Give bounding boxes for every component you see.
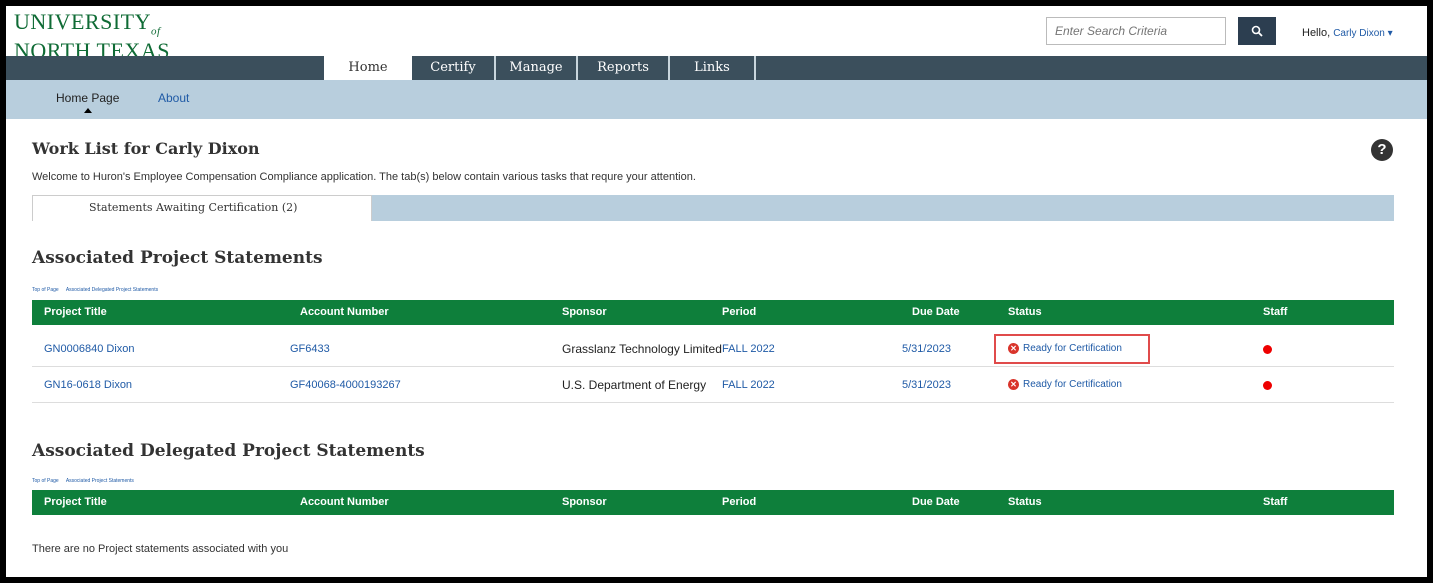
project-title-link[interactable]: GN16-0618 Dixon xyxy=(44,379,132,391)
col-due-date[interactable]: Due Date xyxy=(912,496,960,508)
user-menu[interactable]: Carly Dixon ▾ xyxy=(1333,28,1392,39)
sub-nav: Home Page About xyxy=(6,80,1427,119)
period-link[interactable]: FALL 2022 xyxy=(722,343,775,355)
delegated-statements-link[interactable]: Associated Delegated Project Statements xyxy=(66,287,158,293)
help-icon[interactable]: ? xyxy=(1371,139,1393,161)
col-status[interactable]: Status xyxy=(1008,496,1042,508)
col-sponsor[interactable]: Sponsor xyxy=(562,496,607,508)
col-period[interactable]: Period xyxy=(722,496,756,508)
search-icon xyxy=(1251,25,1263,37)
empty-table-message: There are no Project statements associat… xyxy=(32,543,289,555)
app-frame: UNIVERSITYof NORTH TEXAS Hello, Carly Di… xyxy=(6,6,1427,577)
staff-status-dot xyxy=(1263,381,1272,390)
section1-anchor-links: Top of Page Associated Delegated Project… xyxy=(32,287,164,293)
search-input[interactable] xyxy=(1046,17,1226,45)
account-number-link[interactable]: GF40068-4000193267 xyxy=(290,379,401,391)
unt-logo[interactable]: UNIVERSITYof NORTH TEXAS xyxy=(14,9,170,62)
tab-home[interactable]: Home xyxy=(324,56,412,80)
highlight-box xyxy=(994,334,1150,364)
tab-strip: Statements Awaiting Certification (2) xyxy=(32,195,1394,221)
table-row: GN0006840 Dixon GF6433 Grasslanz Technol… xyxy=(32,331,1394,367)
tab-statements-awaiting[interactable]: Statements Awaiting Certification (2) xyxy=(32,195,372,221)
tab-manage[interactable]: Manage xyxy=(496,56,578,80)
search-button[interactable] xyxy=(1238,17,1276,45)
x-circle-icon: ✕ xyxy=(1008,379,1019,390)
col-project-title[interactable]: Project Title xyxy=(44,306,107,318)
sponsor-cell: U.S. Department of Energy xyxy=(562,378,707,392)
section-title-delegated-statements: Associated Delegated Project Statements xyxy=(32,441,425,461)
col-account-number[interactable]: Account Number xyxy=(300,496,389,508)
col-period[interactable]: Period xyxy=(722,306,756,318)
page-title: Work List for Carly Dixon xyxy=(32,139,260,158)
staff-status-dot xyxy=(1263,345,1272,354)
sponsor-cell: Grasslanz Technology Limited xyxy=(562,342,722,356)
section2-anchor-links: Top of Page Associated Project Statement… xyxy=(32,478,140,484)
status-link[interactable]: ✕ Ready for Certification xyxy=(1008,379,1122,390)
subnav-home-page[interactable]: Home Page xyxy=(56,91,119,105)
col-due-date[interactable]: Due Date xyxy=(912,306,960,318)
col-account-number[interactable]: Account Number xyxy=(300,306,389,318)
top-bar: UNIVERSITYof NORTH TEXAS Hello, Carly Di… xyxy=(6,6,1427,62)
welcome-text: Welcome to Huron's Employee Compensation… xyxy=(32,171,696,183)
logo-line1: UNIVERSITY xyxy=(14,9,151,34)
status-text: Ready for Certification xyxy=(1023,379,1122,390)
logo-of: of xyxy=(151,25,161,38)
active-caret-icon xyxy=(84,108,92,113)
period-link[interactable]: FALL 2022 xyxy=(722,379,775,391)
account-number-link[interactable]: GF6433 xyxy=(290,343,330,355)
tab-reports[interactable]: Reports xyxy=(578,56,670,80)
greeting-text: Hello, xyxy=(1302,27,1331,39)
project-statements-link[interactable]: Associated Project Statements xyxy=(66,478,134,484)
col-project-title[interactable]: Project Title xyxy=(44,496,107,508)
top-of-page-link[interactable]: Top of Page xyxy=(32,287,59,293)
tab-certify[interactable]: Certify xyxy=(412,56,496,80)
col-staff[interactable]: Staff xyxy=(1263,496,1287,508)
table-row: GN16-0618 Dixon GF40068-4000193267 U.S. … xyxy=(32,367,1394,403)
col-sponsor[interactable]: Sponsor xyxy=(562,306,607,318)
main-nav: Home Certify Manage Reports Links xyxy=(6,56,1427,80)
col-staff[interactable]: Staff xyxy=(1263,306,1287,318)
subnav-about[interactable]: About xyxy=(158,91,189,105)
due-date-link[interactable]: 5/31/2023 xyxy=(902,343,951,355)
due-date-link[interactable]: 5/31/2023 xyxy=(902,379,951,391)
top-of-page-link[interactable]: Top of Page xyxy=(32,478,59,484)
project-title-link[interactable]: GN0006840 Dixon xyxy=(44,343,135,355)
table-header: Project Title Account Number Sponsor Per… xyxy=(32,300,1394,325)
table-header: Project Title Account Number Sponsor Per… xyxy=(32,490,1394,515)
col-status[interactable]: Status xyxy=(1008,306,1042,318)
section-title-project-statements: Associated Project Statements xyxy=(32,248,323,268)
tab-links[interactable]: Links xyxy=(670,56,756,80)
user-greeting: Hello, Carly Dixon ▾ xyxy=(1302,27,1393,39)
